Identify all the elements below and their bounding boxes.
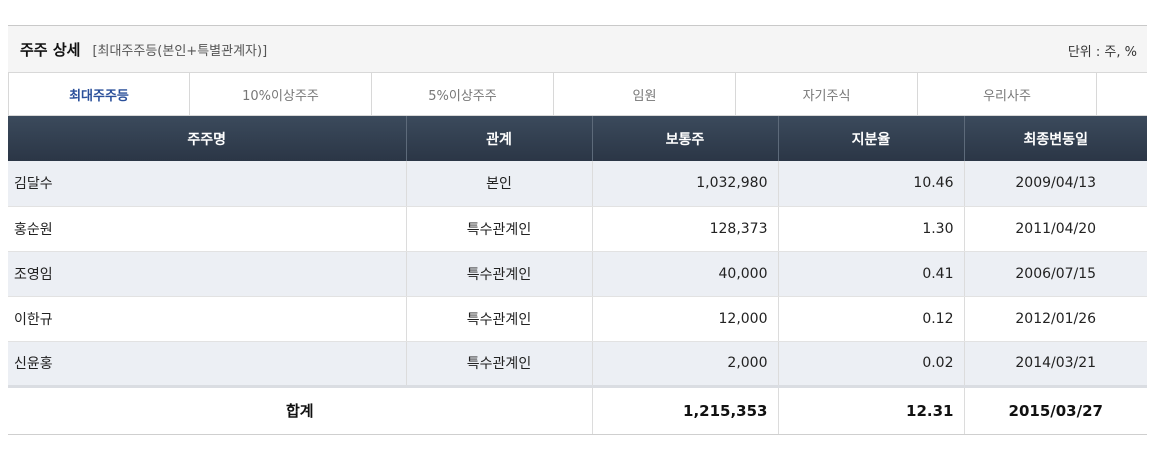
column-header-relation: 관계 [406,116,593,161]
ratio-cell: 1.30 [778,206,965,252]
tab-largest-shareholders[interactable]: 최대주주등 [8,73,190,115]
shareholder-name: 홍순원 [8,206,407,252]
total-label: 합계 [8,384,593,435]
shareholder-name: 신윤홍 [8,341,407,387]
table-row: 이한규 특수관계인 12,000 0.12 2012/01/26 [8,296,1147,342]
date-cell: 2011/04/20 [964,206,1147,252]
total-date: 2015/03/27 [964,384,1147,435]
tab-executives[interactable]: 임원 [554,73,736,115]
relation-cell: 특수관계인 [406,251,593,297]
column-header-shares: 보통주 [592,116,779,161]
relation-cell: 본인 [406,161,593,207]
date-cell: 2012/01/26 [964,296,1147,342]
shareholder-name: 조영임 [8,251,407,297]
table-row: 홍순원 특수관계인 128,373 1.30 2011/04/20 [8,206,1147,252]
ratio-cell: 0.02 [778,341,965,387]
table-row: 조영임 특수관계인 40,000 0.41 2006/07/15 [8,251,1147,297]
date-cell: 2009/04/13 [964,161,1147,207]
shareholder-name: 김달수 [8,161,407,207]
tab-employee-stock[interactable]: 우리사주 [918,73,1097,115]
shareholder-detail-panel: 주주 상세 [최대주주등(본인+특별관계자)] 단위 : 주, % 최대주주등 … [8,25,1147,435]
date-cell: 2006/07/15 [964,251,1147,297]
total-ratio: 12.31 [778,384,965,435]
date-cell: 2014/03/21 [964,341,1147,387]
column-header-ratio: 지분율 [778,116,965,161]
table-header-row: 주주명 관계 보통주 지분율 최종변동일 [8,116,1147,161]
tab-10pct-shareholders[interactable]: 10%이상주주 [190,73,372,115]
shares-cell: 128,373 [592,206,779,252]
relation-cell: 특수관계인 [406,206,593,252]
column-header-name: 주주명 [8,116,407,161]
total-row: 합계 1,215,353 12.31 2015/03/27 [8,384,1147,435]
unit-label: 단위 : 주, % [1067,45,1137,60]
shareholder-name: 이한규 [8,296,407,342]
shares-cell: 1,032,980 [592,161,779,207]
shares-cell: 40,000 [592,251,779,297]
relation-cell: 특수관계인 [406,296,593,342]
ratio-cell: 0.41 [778,251,965,297]
tab-5pct-shareholders[interactable]: 5%이상주주 [372,73,554,115]
column-header-date: 최종변동일 [964,116,1147,161]
relation-cell: 특수관계인 [406,341,593,387]
panel-title: 주주 상세 [20,40,81,59]
shareholder-table: 주주명 관계 보통주 지분율 최종변동일 김달수 본인 1,032,980 10… [8,116,1147,435]
ratio-cell: 10.46 [778,161,965,207]
ratio-cell: 0.12 [778,296,965,342]
table-row: 김달수 본인 1,032,980 10.46 2009/04/13 [8,161,1147,207]
table-row: 신윤홍 특수관계인 2,000 0.02 2014/03/21 [8,341,1147,387]
title-bar: 주주 상세 [최대주주등(본인+특별관계자)] 단위 : 주, % [8,25,1147,72]
shares-cell: 12,000 [592,296,779,342]
panel-subtitle: [최대주주등(본인+특별관계자)] [92,43,268,59]
tab-treasury-stock[interactable]: 자기주식 [736,73,918,115]
tab-bar: 최대주주등 10%이상주주 5%이상주주 임원 자기주식 우리사주 [8,72,1147,116]
total-shares: 1,215,353 [592,384,779,435]
shares-cell: 2,000 [592,341,779,387]
